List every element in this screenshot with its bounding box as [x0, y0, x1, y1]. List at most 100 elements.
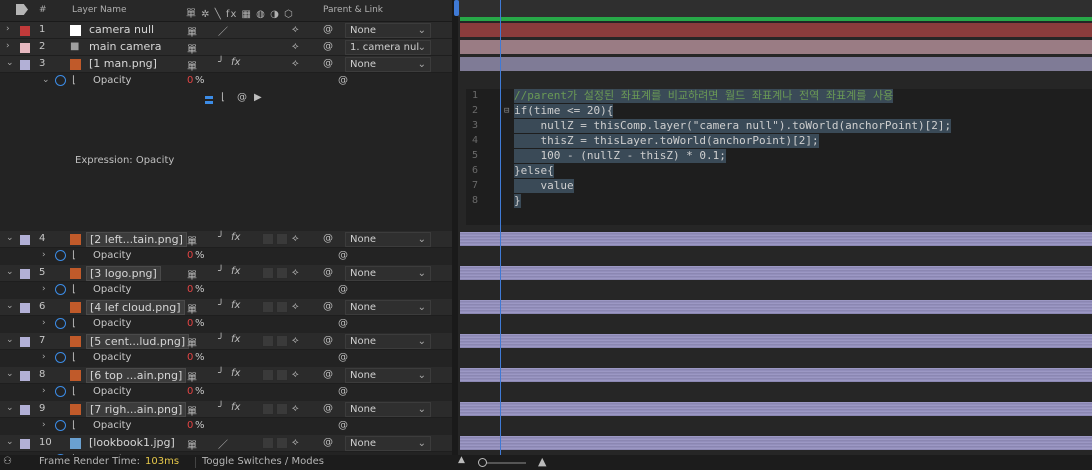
layer-name[interactable]: [2 left...tain.png]	[86, 232, 187, 247]
3d-switch-icon[interactable]: ⟡	[292, 369, 299, 380]
fx-switch-icon[interactable]: fx	[231, 266, 240, 277]
fx-switch-icon[interactable]: fx	[231, 334, 240, 345]
property-value[interactable]: 0	[187, 75, 193, 86]
layer-bar[interactable]	[460, 266, 1092, 280]
switch-box[interactable]	[262, 369, 274, 381]
toggle-switches-modes-button[interactable]: Toggle Switches / Modes	[202, 456, 324, 467]
zoom-out-icon[interactable]: ▲	[458, 455, 465, 465]
twirl-right-icon[interactable]: ›	[42, 250, 46, 260]
layer-bar[interactable]	[460, 402, 1092, 416]
3d-switch-icon[interactable]: ⟡	[292, 24, 299, 35]
parent-dropdown[interactable]: None ⌄	[345, 402, 431, 417]
stopwatch-icon[interactable]	[55, 318, 66, 329]
pickwhip-icon[interactable]: @	[338, 352, 348, 363]
graph-icon[interactable]: ⌊	[72, 386, 76, 397]
layer-name[interactable]: [6 top ...ain.png]	[86, 368, 187, 383]
layer-bar[interactable]	[460, 368, 1092, 382]
switch-box[interactable]	[276, 233, 288, 245]
col-switches-label[interactable]: 單 ✲ ╲ fx ▦ ◍ ◑ ⬡	[186, 5, 294, 20]
layer-name[interactable]: camera null	[86, 23, 157, 36]
layer-row[interactable]: ⌄ 8 [6 top ...ain.png] 單 ╯ fx ⟡ @ None ⌄	[0, 367, 452, 384]
property-value[interactable]: 0	[187, 386, 193, 397]
parent-dropdown[interactable]: None ⌄	[345, 368, 431, 383]
fx-switch-icon[interactable]: fx	[231, 232, 240, 243]
expression-enable-icon[interactable]: 〓	[204, 92, 214, 107]
current-time-indicator[interactable]	[500, 0, 501, 455]
layer-row[interactable]: ⌄ 5 [3 logo.png] 單 ╯ fx ⟡ @ None ⌄	[0, 265, 452, 282]
label-color-swatch[interactable]	[20, 269, 30, 279]
label-color-swatch[interactable]	[20, 337, 30, 347]
label-color-swatch[interactable]	[20, 235, 30, 245]
property-row[interactable]: › ⌊ Opacity 0% @	[0, 350, 452, 367]
pickwhip-icon[interactable]: @	[338, 75, 348, 86]
switch-box[interactable]	[262, 437, 274, 449]
stopwatch-icon[interactable]	[55, 386, 66, 397]
layer-bar[interactable]	[460, 232, 1092, 246]
graph-icon[interactable]: ⌊	[72, 420, 76, 431]
twirl-down-icon[interactable]: ⌄	[6, 233, 14, 243]
property-row[interactable]: › ⌊ Opacity 0% @	[0, 248, 452, 265]
pickwhip-icon[interactable]: @	[338, 250, 348, 261]
twirl-right-icon[interactable]: ›	[6, 41, 10, 51]
3d-switch-icon[interactable]: ⟡	[292, 58, 299, 69]
label-tag-icon[interactable]	[16, 4, 28, 15]
3d-switch-icon[interactable]: ⟡	[292, 41, 299, 52]
label-color-swatch[interactable]	[20, 43, 30, 53]
layer-bar[interactable]	[460, 300, 1092, 314]
twirl-right-icon[interactable]: ›	[42, 318, 46, 328]
property-value[interactable]: 0	[187, 420, 193, 431]
shy-switch-icon[interactable]: 單	[187, 369, 197, 384]
switch-box[interactable]	[276, 437, 288, 449]
switch-box[interactable]	[276, 301, 288, 313]
expression-editor[interactable]: 1 //parent가 설정된 좌표계를 비교하려면 월드 좌표계나 전역 좌표계…	[466, 89, 1092, 225]
twirl-down-icon[interactable]: ⌄	[6, 58, 14, 68]
layer-row[interactable]: › 2 ■ main camera 單 ⟡ @ 1. camera nul ⌄	[0, 39, 452, 56]
property-value[interactable]: 0	[187, 352, 193, 363]
parent-dropdown[interactable]: 1. camera nul ⌄	[345, 40, 431, 55]
parent-dropdown[interactable]: None ⌄	[345, 334, 431, 349]
pickwhip-icon[interactable]: @	[323, 369, 333, 380]
fx-switch-icon[interactable]: fx	[231, 402, 240, 413]
layer-name[interactable]: [5 cent...lud.png]	[86, 334, 190, 349]
property-value[interactable]: 0	[187, 250, 193, 261]
pickwhip-icon[interactable]: @	[323, 233, 333, 244]
twirl-down-icon[interactable]: ⌄	[6, 335, 14, 345]
twirl-down-icon[interactable]: ⌄	[6, 369, 14, 379]
shy-switch-icon[interactable]: 單	[187, 335, 197, 350]
layer-row[interactable]: ⌄ 6 [4 lef cloud.png] 單 ╯ fx ⟡ @ None ⌄	[0, 299, 452, 316]
expression-graph-icon[interactable]: ⌊	[221, 92, 225, 103]
zoom-slider-thumb[interactable]	[478, 458, 487, 467]
code-line[interactable]: nullZ = thisComp.layer("camera null").to…	[514, 119, 952, 133]
label-color-swatch[interactable]	[20, 371, 30, 381]
twirl-down-icon[interactable]: ⌄	[6, 267, 14, 277]
expression-pickwhip-icon[interactable]: @	[237, 92, 247, 103]
switch-box[interactable]	[276, 267, 288, 279]
stopwatch-icon[interactable]	[55, 250, 66, 261]
quality-switch-icon[interactable]: ╯	[218, 334, 224, 345]
shy-switch-icon[interactable]: 單	[187, 233, 197, 248]
pickwhip-icon[interactable]: @	[323, 335, 333, 346]
zoom-in-icon[interactable]: ▲	[538, 455, 546, 468]
twirl-right-icon[interactable]: ›	[42, 386, 46, 396]
layer-name[interactable]: [3 logo.png]	[86, 266, 161, 281]
label-color-swatch[interactable]	[20, 60, 30, 70]
composition-flowchart-icon[interactable]: ⚇	[3, 456, 12, 467]
code-line[interactable]: 100 - (nullZ - thisZ) * 0.1;	[514, 149, 726, 163]
work-area-bar[interactable]	[460, 17, 1092, 21]
shy-switch-icon[interactable]: 單	[187, 267, 197, 282]
layer-name[interactable]: [4 lef cloud.png]	[86, 300, 185, 315]
switch-box[interactable]	[262, 267, 274, 279]
quality-switch-icon[interactable]: ／	[218, 436, 228, 451]
twirl-down-icon[interactable]: ⌄	[42, 75, 50, 85]
code-line[interactable]: if(time <= 20){	[514, 104, 614, 118]
switch-box[interactable]	[262, 301, 274, 313]
pickwhip-icon[interactable]: @	[323, 267, 333, 278]
col-layer-name-label[interactable]: Layer Name	[72, 5, 127, 15]
layer-name[interactable]: [7 righ...ain.png]	[86, 402, 187, 417]
shy-switch-icon[interactable]: 單	[187, 58, 197, 73]
quality-switch-icon[interactable]: ╯	[218, 368, 224, 379]
layer-bar[interactable]	[460, 40, 1092, 54]
switch-box[interactable]	[262, 233, 274, 245]
3d-switch-icon[interactable]: ⟡	[292, 437, 299, 448]
expression-language-menu-icon[interactable]: ▶	[254, 92, 262, 103]
